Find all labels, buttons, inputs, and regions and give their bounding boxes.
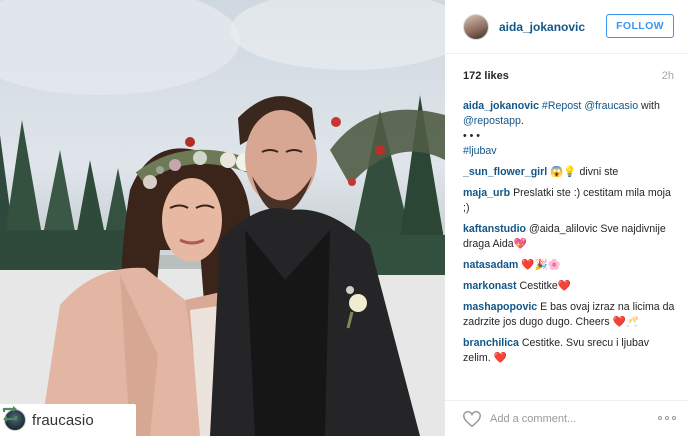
post-header: aida_jokanovic FOLLOW [445, 0, 688, 54]
comment-text: 😱💡 divni ste [550, 166, 619, 178]
post-photo[interactable]: fraucasio [0, 0, 445, 436]
comment: mashapopovic E bas ovaj izraz na licima … [463, 300, 678, 330]
more-dot [658, 416, 662, 420]
comment-username[interactable]: kaftanstudio [463, 223, 526, 235]
caption-dots: • • • [463, 130, 481, 142]
owner-username[interactable]: aida_jokanovic [499, 20, 585, 34]
add-comment-row [445, 400, 688, 436]
comment: maja_urb Preslatki ste :) cestitam mila … [463, 186, 678, 216]
comment: kaftanstudio @aida_alilovic Sve najdivni… [463, 222, 678, 252]
comment: natasadam ❤️🎉🌸 [463, 258, 678, 273]
repost-icon [2, 406, 18, 422]
comment-username[interactable]: markonast [463, 280, 517, 292]
comment-text: Cestitke❤️ [519, 280, 572, 292]
owner-avatar[interactable] [463, 13, 489, 40]
comment-username[interactable]: mashapopovic [463, 301, 537, 313]
caption: aida_jokanovic #Repost @fraucasio with @… [463, 99, 678, 159]
likes-row: 172 likes 2h [463, 70, 674, 84]
comment: _sun_flower_girl 😱💡 divni ste [463, 165, 678, 180]
repost-username[interactable]: fraucasio [32, 412, 94, 429]
more-dot [665, 416, 669, 420]
add-comment-input[interactable] [490, 412, 640, 425]
caption-mention[interactable]: @fraucasio [584, 100, 638, 112]
comments-list: aida_jokanovic #Repost @fraucasio with @… [463, 99, 678, 372]
likes-count[interactable]: 172 likes [463, 70, 509, 84]
comment-username[interactable]: _sun_flower_girl [463, 166, 547, 178]
caption-app-mention[interactable]: @repostapp [463, 115, 521, 127]
more-dot [672, 416, 676, 420]
post-time[interactable]: 2h [662, 70, 674, 84]
comment-username[interactable]: natasadam [463, 259, 518, 271]
comment: markonast Cestitke❤️ [463, 279, 678, 294]
comment-username[interactable]: branchilica [463, 337, 519, 349]
follow-button[interactable]: FOLLOW [606, 14, 674, 38]
caption-dot: . [520, 115, 524, 127]
comment-username[interactable]: aida_jokanovic [463, 100, 539, 112]
caption-with: with [638, 100, 660, 112]
caption-repost-tag[interactable]: #Repost [542, 100, 581, 112]
comment: branchilica Cestitke. Svu srecu i ljubav… [463, 336, 678, 366]
more-options-icon[interactable] [658, 416, 676, 420]
heart-icon[interactable] [462, 410, 482, 428]
comment-text: ❤️🎉🌸 [521, 259, 561, 271]
caption-hashtag[interactable]: #ljubav [463, 145, 497, 157]
repost-badge[interactable]: fraucasio [0, 404, 136, 436]
photo-scene [0, 0, 445, 436]
comment-username[interactable]: maja_urb [463, 187, 510, 199]
post-sidebar: aida_jokanovic FOLLOW 172 likes 2h aida_… [445, 0, 688, 436]
